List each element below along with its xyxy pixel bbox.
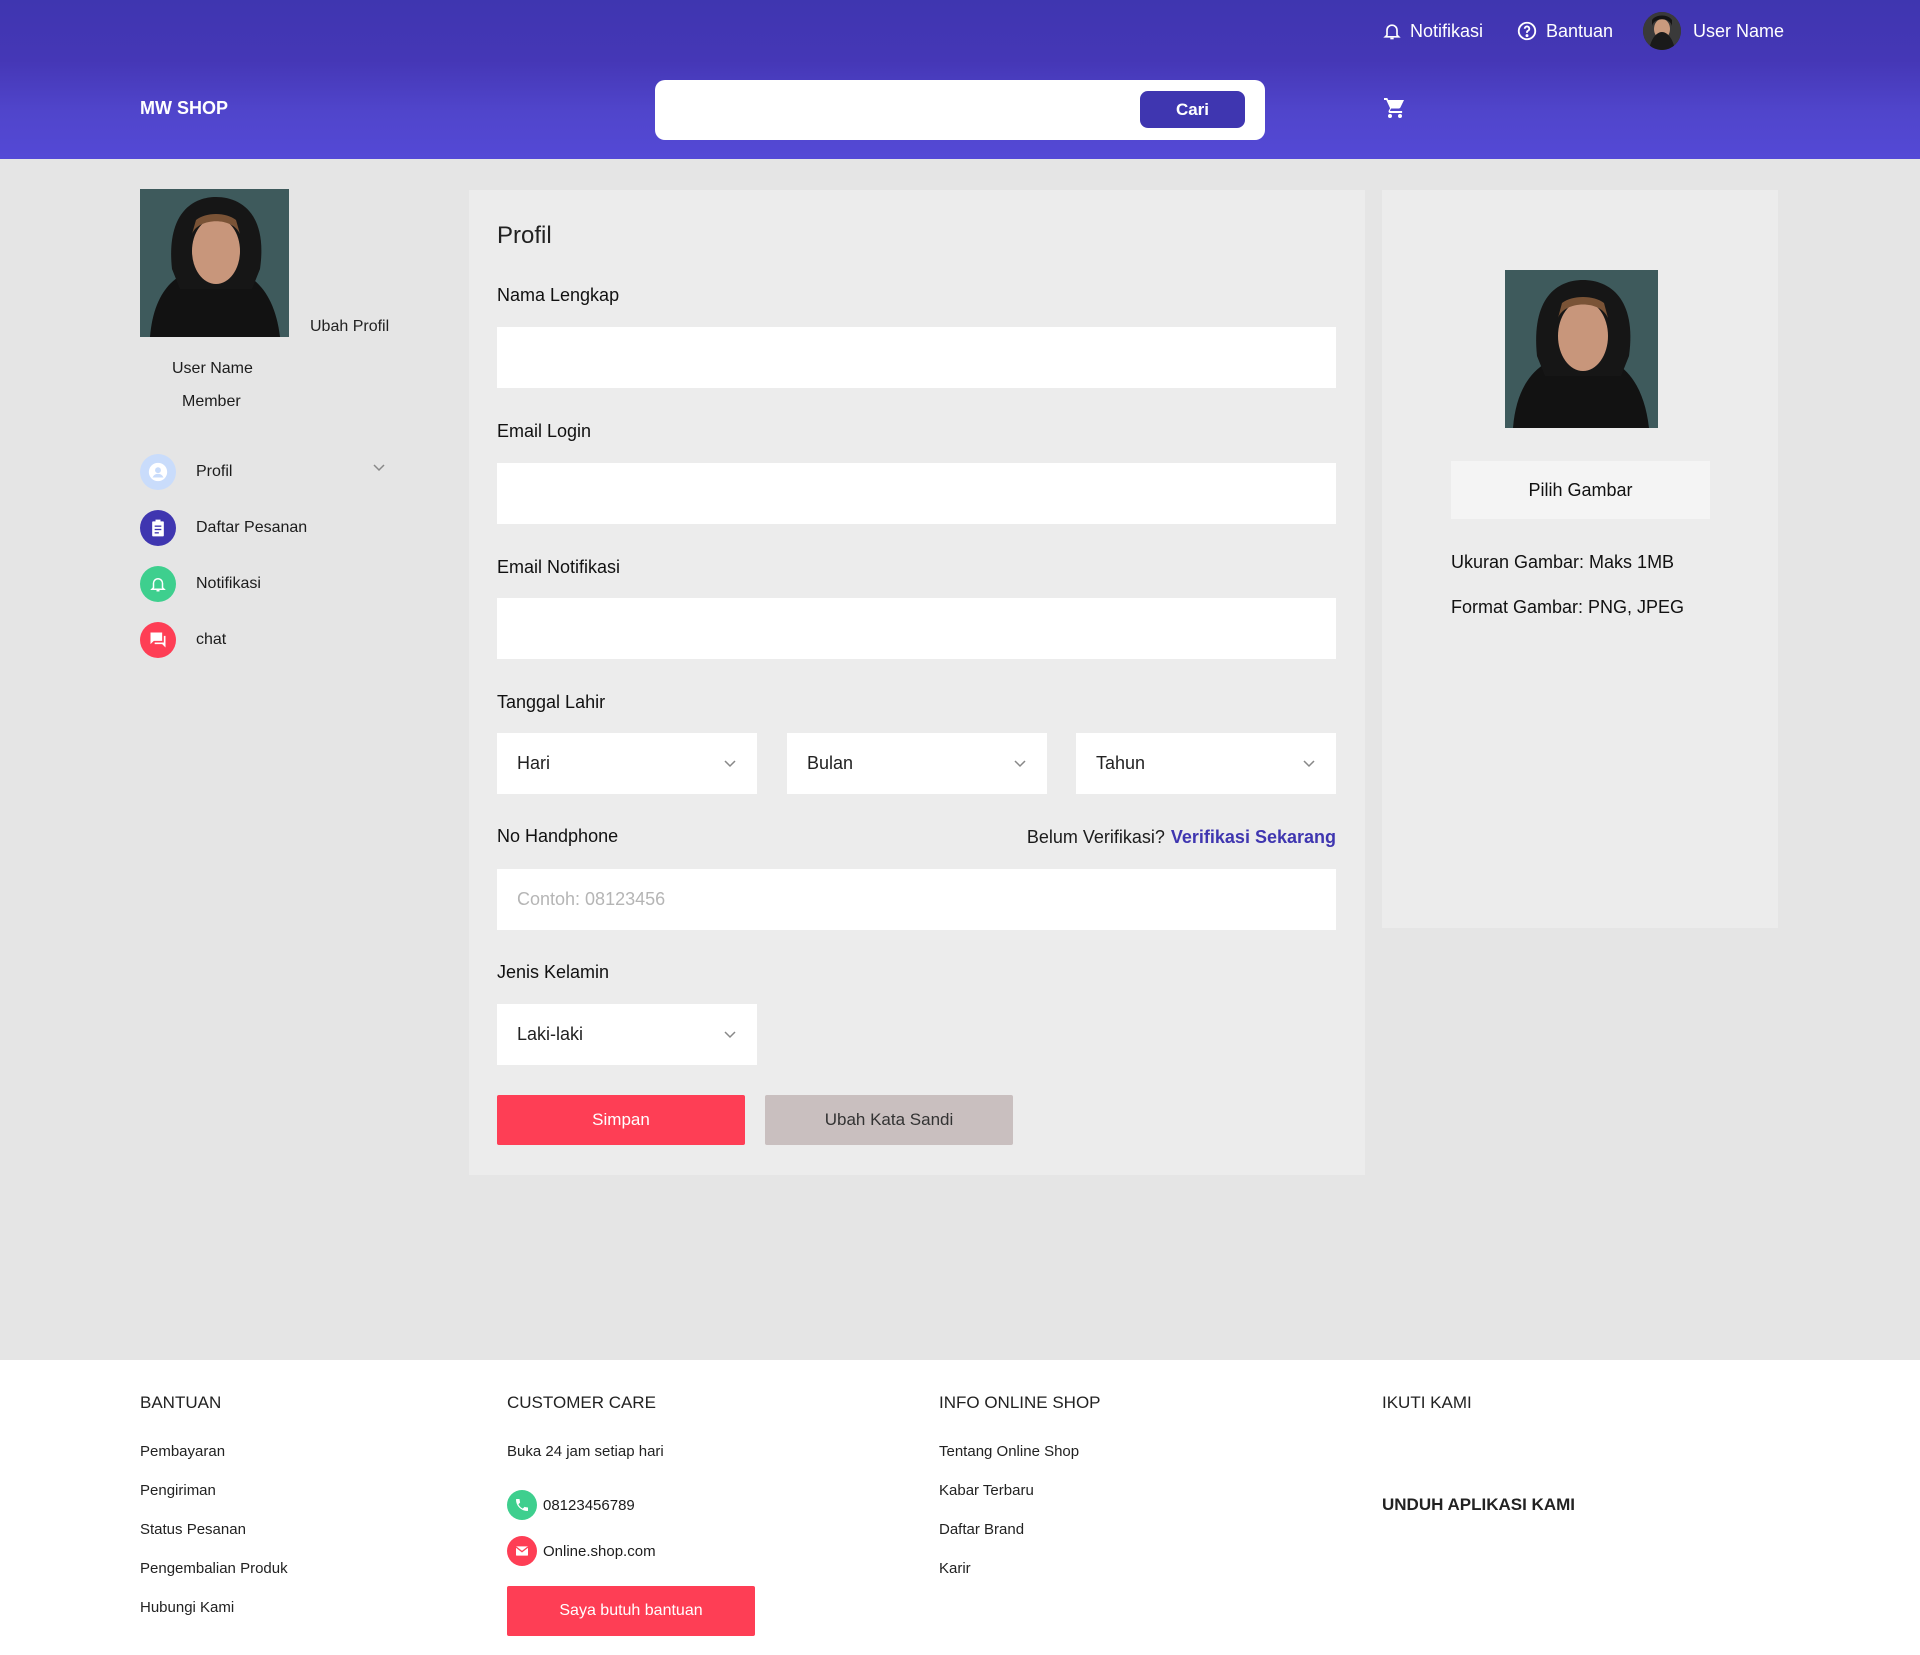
save-button[interactable]: Simpan [497,1095,745,1145]
footer-link[interactable]: Pengiriman [140,1482,288,1521]
footer-follow-column: IKUTI KAMI [1382,1393,1472,1443]
top-bar: Notifikasi Bantuan User Name [0,0,1920,62]
birth-date-label: Tanggal Lahir [497,692,606,712]
change-password-button[interactable]: Ubah Kata Sandi [765,1095,1013,1145]
clipboard-icon [140,510,176,546]
sidebar-profile-photo [140,189,289,337]
footer-heading: IKUTI KAMI [1382,1393,1472,1412]
phone-icon [507,1490,537,1520]
sidebar-item-notifikasi[interactable]: Notifikasi [140,566,261,602]
profile-photo-preview [1505,270,1658,428]
footer-link[interactable]: Pengembalian Produk [140,1560,288,1599]
sidebar-item-label: Daftar Pesanan [196,519,308,536]
image-size-info: Ukuran Gambar: Maks 1MB [1451,552,1675,572]
full-name-field[interactable] [497,327,1336,388]
sidebar-user-name: User Name [172,360,253,377]
footer-link[interactable]: Tentang Online Shop [939,1443,1101,1482]
chevron-down-icon [1014,759,1026,767]
notifications-link[interactable]: Notifikasi [1382,0,1483,62]
birth-month-value: Bulan [807,753,854,773]
chevron-down-icon [724,759,736,767]
edit-profile-link[interactable]: Ubah Profil [310,318,389,336]
search-bar: Cari [655,80,1265,140]
bell-icon [1383,24,1401,40]
sidebar-user-role: Member [182,393,241,410]
footer-heading: CUSTOMER CARE [507,1393,656,1412]
footer-link[interactable]: Pembayaran [140,1443,288,1482]
user-name: User Name [1693,20,1785,41]
footer-heading: INFO ONLINE SHOP [939,1393,1101,1412]
footer-info-column: INFO ONLINE SHOP Tentang Online Shop Kab… [939,1393,1101,1599]
sidebar-item-daftar-pesanan[interactable]: Daftar Pesanan [140,510,307,546]
customer-care-hours: Buka 24 jam setiap hari [507,1443,664,1460]
chevron-down-icon [1303,759,1315,767]
cart-icon[interactable] [1383,96,1407,125]
sidebar-item-label: Notifikasi [196,575,261,592]
gender-select[interactable]: Laki-laki [497,1004,757,1065]
birth-day-select[interactable]: Hari [497,733,757,794]
notifications-label: Notifikasi [1410,20,1484,41]
profile-form-card: Profil Nama Lengkap Email Login Email No… [469,190,1365,1175]
email-login-label: Email Login [497,421,592,441]
birth-year-value: Tahun [1096,753,1146,773]
footer-link[interactable]: Hubungi Kami [140,1599,288,1638]
sidebar-item-label: Profil [196,463,233,480]
footer-heading: BANTUAN [140,1393,222,1412]
footer-link[interactable]: Status Pesanan [140,1521,288,1560]
footer-link[interactable]: Karir [939,1560,1101,1599]
email-notification-field[interactable] [497,598,1336,659]
verification-text: Belum Verifikasi? [1026,827,1165,847]
sidebar-item-profil[interactable]: Profil [140,454,232,490]
help-circle-icon [1517,21,1537,41]
birth-month-select[interactable]: Bulan [787,733,1047,794]
phone-field[interactable] [497,869,1336,930]
gender-label: Jenis Kelamin [497,962,610,982]
chat-icon [140,622,176,658]
gender-value: Laki-laki [517,1024,584,1044]
phone-label: No Handphone [497,826,619,846]
email-notification-label: Email Notifikasi [497,557,621,577]
phone-number: 08123456789 [543,1496,635,1514]
help-label: Bantuan [1546,20,1614,41]
customer-care-email[interactable]: Online.shop.com [507,1528,755,1574]
footer-help-column: BANTUAN Pembayaran Pengiriman Status Pes… [140,1393,288,1638]
image-format-info: Format Gambar: PNG, JPEG [1451,597,1685,617]
email-address: Online.shop.com [543,1542,656,1560]
brand-logo[interactable]: MW SHOP [140,98,228,119]
chevron-down-icon [724,1030,736,1038]
full-name-label: Nama Lengkap [497,285,620,305]
footer-link[interactable]: Daftar Brand [939,1521,1101,1560]
search-button[interactable]: Cari [1140,91,1245,128]
pick-image-button[interactable]: Pilih Gambar [1451,461,1710,519]
avatar [1643,12,1681,50]
sidebar-item-label: chat [196,631,227,648]
verification-prompt: Belum Verifikasi? Verifikasi Sekarang [1027,827,1336,848]
mail-icon [507,1536,537,1566]
chevron-down-icon[interactable] [372,460,386,478]
email-login-field[interactable] [497,463,1336,524]
photo-upload-card: Pilih Gambar Ukuran Gambar: Maks 1MB For… [1382,190,1778,928]
footer-link[interactable]: Kabar Terbaru [939,1482,1101,1521]
download-app-heading: UNDUH APLIKASI KAMI [1382,1495,1575,1514]
user-icon [140,454,176,490]
search-input[interactable] [669,92,1109,128]
footer: BANTUAN Pembayaran Pengiriman Status Pes… [0,1360,1920,1655]
footer-customer-care-column: CUSTOMER CARE Buka 24 jam setiap hari 08… [507,1393,755,1636]
user-menu[interactable]: User Name [1643,0,1784,62]
customer-care-phone[interactable]: 08123456789 [507,1482,755,1528]
help-link[interactable]: Bantuan [1516,0,1613,62]
bell-icon [140,566,176,602]
need-help-button[interactable]: Saya butuh bantuan [507,1586,755,1636]
page-title: Profil [497,222,552,249]
sidebar-item-chat[interactable]: chat [140,622,226,658]
header: Notifikasi Bantuan User Name MW SHOP Car… [0,0,1920,159]
birth-year-select[interactable]: Tahun [1076,733,1336,794]
birth-day-value: Hari [517,753,551,773]
verify-now-link[interactable]: Verifikasi Sekarang [1171,827,1336,847]
